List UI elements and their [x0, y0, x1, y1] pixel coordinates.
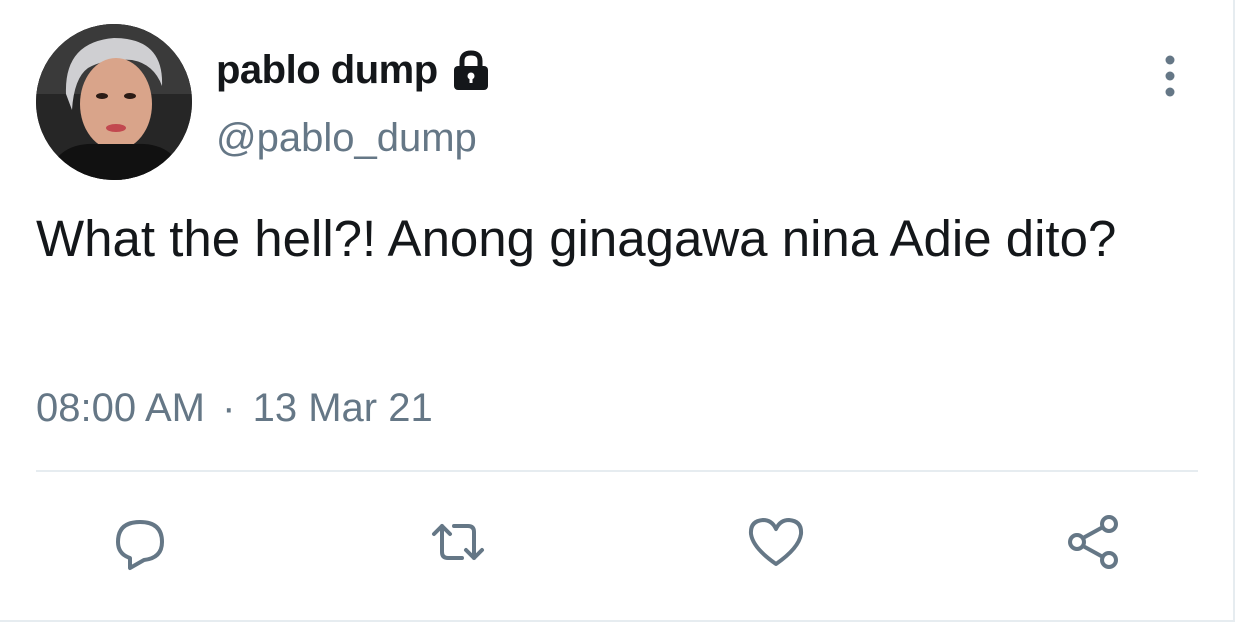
retweet-icon: [426, 512, 490, 577]
retweet-button[interactable]: [424, 510, 492, 578]
display-name[interactable]: pablo dump: [216, 48, 438, 93]
user-handle[interactable]: @pablo_dump: [216, 116, 477, 161]
like-button[interactable]: [742, 510, 810, 578]
reply-icon: [110, 512, 170, 577]
more-vertical-icon[interactable]: [1152, 54, 1188, 98]
tweet-text: What the hell?! Anong ginagawa nina Adie…: [36, 210, 1117, 267]
share-button[interactable]: [1060, 510, 1128, 578]
tweet-time: 08:00 AM: [36, 386, 206, 430]
tweet-timestamp[interactable]: 08:00 AM · 13 Mar 21: [36, 386, 433, 431]
share-icon: [1063, 512, 1125, 577]
tweet-card[interactable]: pablo dump @pablo_dump What the hell?! A…: [0, 0, 1235, 622]
reply-button[interactable]: [106, 510, 174, 578]
display-name-row: pablo dump: [216, 46, 494, 94]
heart-icon: [745, 512, 807, 577]
tweet-date: 13 Mar 21: [252, 386, 433, 430]
divider: [36, 470, 1198, 472]
lock-icon: [448, 47, 494, 93]
timestamp-separator: ·: [222, 386, 236, 430]
avatar[interactable]: [36, 24, 192, 180]
